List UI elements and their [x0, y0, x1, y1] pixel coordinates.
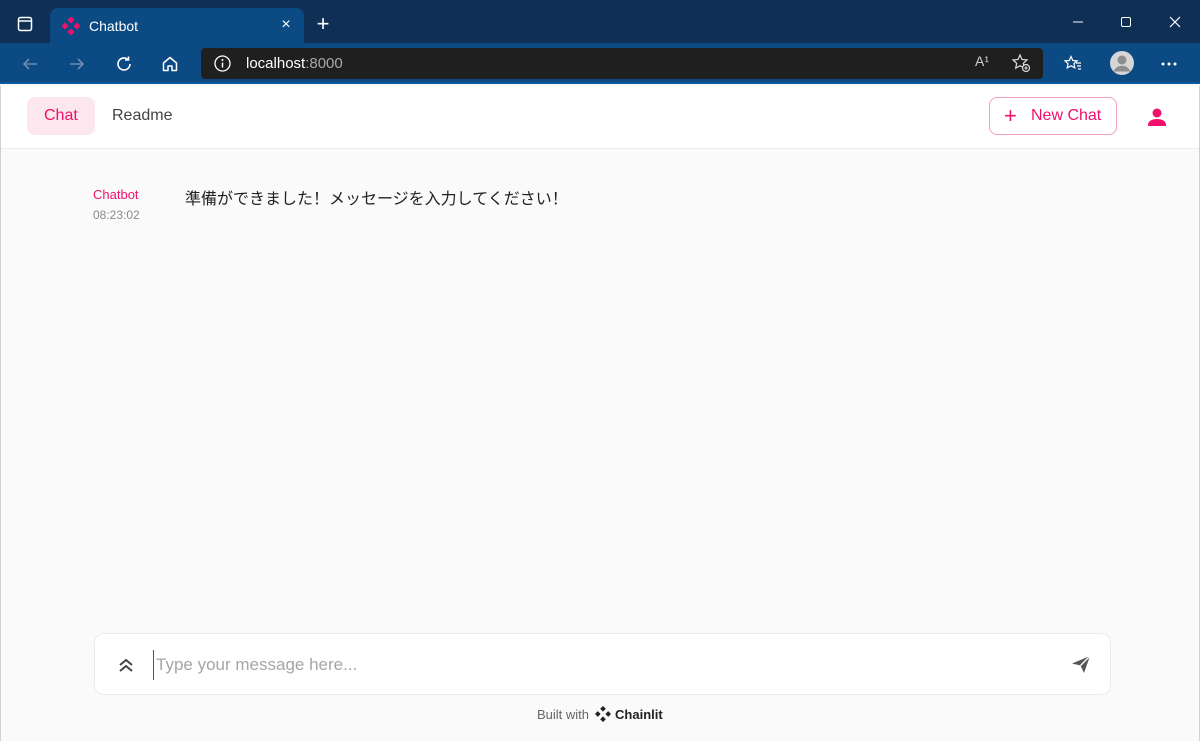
forward-icon[interactable]	[65, 52, 89, 76]
browser-tab-chatbot[interactable]: Chatbot ×	[50, 8, 304, 43]
new-chat-label: New Chat	[1031, 107, 1102, 124]
tab-title: Chatbot	[89, 18, 139, 34]
chainlit-brand[interactable]: Chainlit	[615, 707, 663, 722]
message-author: Chatbot	[93, 187, 139, 202]
chainlit-logo-icon	[595, 705, 612, 723]
browser-toolbar: localhost:8000 A¹	[0, 43, 1200, 84]
footer: Built with Chainlit	[537, 705, 663, 723]
profile-avatar[interactable]	[1108, 49, 1136, 77]
chat-app: Chat Readme + New Chat Chatbot 08:23:02 …	[0, 86, 1200, 741]
plus-icon: +	[1004, 103, 1017, 128]
browser-titlebar: Chatbot × +	[0, 0, 1200, 43]
message-timestamp: 08:23:02	[93, 208, 140, 222]
tab-actions-icon[interactable]	[14, 13, 36, 35]
tab-chat[interactable]: Chat	[27, 97, 95, 135]
message-input[interactable]	[153, 650, 1033, 680]
address-port: :8000	[305, 55, 343, 72]
minimize-icon[interactable]	[1066, 10, 1090, 34]
send-icon[interactable]	[1070, 653, 1094, 677]
message-content: 準備ができました！メッセージを入力してください！	[185, 189, 568, 208]
read-aloud-icon[interactable]: A¹	[975, 53, 997, 75]
maximize-icon[interactable]	[1114, 10, 1138, 34]
new-chat-button[interactable]: + New Chat	[989, 97, 1117, 135]
refresh-icon[interactable]	[112, 52, 136, 76]
message-composer	[94, 633, 1111, 695]
site-info-icon[interactable]	[213, 54, 232, 73]
address-host: localhost	[246, 55, 306, 72]
back-icon[interactable]	[18, 52, 42, 76]
chevrons-up-icon[interactable]	[115, 654, 137, 676]
tab-close-icon[interactable]: ×	[276, 15, 296, 35]
user-icon[interactable]	[1145, 105, 1169, 129]
built-with-text: Built with	[537, 706, 590, 722]
more-options-icon[interactable]	[1157, 52, 1181, 76]
favorites-icon[interactable]	[1061, 52, 1085, 76]
address-url: localhost:8000	[246, 55, 343, 72]
new-tab-button[interactable]: +	[312, 13, 334, 35]
close-window-icon[interactable]	[1163, 10, 1187, 34]
tab-readme[interactable]: Readme	[95, 97, 189, 135]
chainlit-favicon-icon	[61, 16, 81, 36]
app-header: Chat Readme + New Chat	[1, 86, 1199, 149]
home-icon[interactable]	[158, 52, 182, 76]
add-favorite-icon[interactable]	[1011, 53, 1033, 75]
address-bar[interactable]: localhost:8000 A¹	[201, 48, 1043, 79]
